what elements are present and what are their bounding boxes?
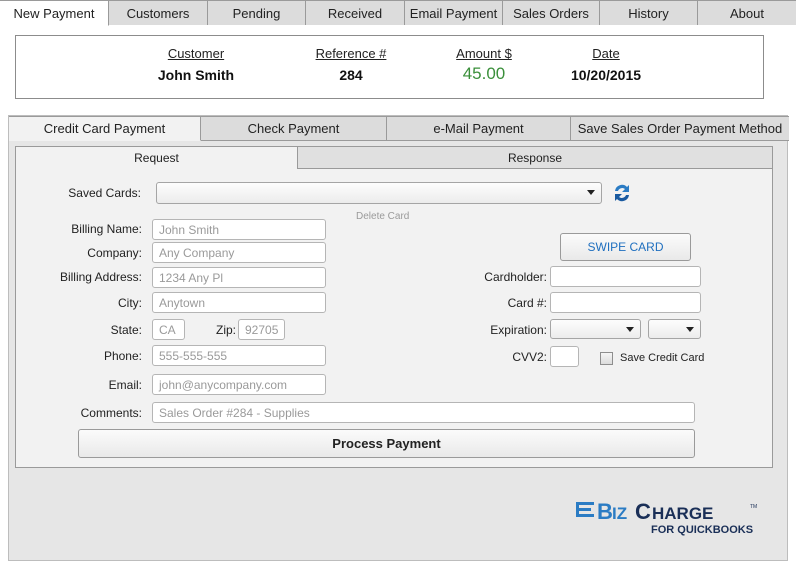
delete-card-link[interactable]: Delete Card bbox=[356, 211, 409, 222]
card-number-label: Card #: bbox=[507, 296, 547, 310]
comments-input[interactable]: Sales Order #284 - Supplies bbox=[152, 402, 695, 423]
payment-panel: Credit Card Payment Check Payment e-Mail… bbox=[8, 115, 789, 561]
tab-new-payment[interactable]: New Payment bbox=[0, 0, 109, 26]
tab-sales-orders[interactable]: Sales Orders bbox=[503, 0, 600, 25]
tab-save-sales-order-payment-method[interactable]: Save Sales Order Payment Method bbox=[571, 116, 789, 141]
svg-text:FOR QUICKBOOKS: FOR QUICKBOOKS bbox=[651, 524, 753, 536]
email-input[interactable]: john@anycompany.com bbox=[152, 374, 326, 395]
billing-name-label: Billing Name: bbox=[71, 222, 142, 236]
state-input[interactable]: CA bbox=[152, 319, 185, 340]
billing-address-label: Billing Address: bbox=[59, 270, 142, 284]
svg-text:HARGE: HARGE bbox=[652, 504, 713, 523]
svg-text:IZ: IZ bbox=[612, 504, 627, 523]
card-number-input[interactable] bbox=[550, 292, 701, 313]
payment-summary: Customer John Smith Reference # 284 Amou… bbox=[15, 35, 764, 99]
city-label: City: bbox=[118, 296, 142, 310]
email-label: Email: bbox=[108, 378, 142, 392]
ebizcharge-logo: B IZ C HARGE TM FOR QUICKBOOKS bbox=[575, 499, 765, 540]
chevron-down-icon bbox=[587, 190, 595, 195]
date-column: Date 10/20/2015 bbox=[556, 46, 656, 83]
expiration-month-select[interactable] bbox=[550, 319, 641, 339]
tab-response[interactable]: Response bbox=[298, 147, 772, 169]
save-credit-card-label: Save Credit Card bbox=[620, 352, 705, 364]
tab-pending[interactable]: Pending bbox=[208, 0, 306, 25]
expiration-year-select[interactable] bbox=[648, 319, 701, 339]
request-response-tabs: Request Response bbox=[16, 147, 772, 169]
tab-request[interactable]: Request bbox=[16, 147, 298, 169]
billing-address-input[interactable]: 1234 Any Pl bbox=[152, 267, 326, 288]
svg-text:C: C bbox=[635, 500, 651, 524]
tab-history[interactable]: History bbox=[600, 0, 698, 25]
phone-input[interactable]: 555-555-555 bbox=[152, 345, 326, 366]
cardholder-input[interactable] bbox=[550, 266, 701, 287]
cardholder-label: Cardholder: bbox=[484, 270, 547, 284]
save-credit-card-checkbox[interactable] bbox=[600, 352, 613, 365]
saved-cards-label: Saved Cards: bbox=[68, 186, 141, 200]
billing-name-input[interactable]: John Smith bbox=[152, 219, 326, 240]
amount-column: Amount $ 45.00 bbox=[434, 46, 534, 84]
tab-customers[interactable]: Customers bbox=[109, 0, 208, 25]
date-value: 10/20/2015 bbox=[570, 67, 642, 83]
tab-received[interactable]: Received bbox=[306, 0, 405, 25]
top-nav-tabs: New Payment Customers Pending Received E… bbox=[0, 0, 796, 26]
svg-text:B: B bbox=[597, 500, 613, 524]
company-label: Company: bbox=[87, 246, 142, 260]
tab-check-payment[interactable]: Check Payment bbox=[201, 116, 387, 141]
expiration-label: Expiration: bbox=[490, 323, 547, 337]
saved-cards-select[interactable] bbox=[156, 182, 602, 204]
tab-email-payment[interactable]: Email Payment bbox=[405, 0, 503, 25]
reference-header: Reference # bbox=[315, 46, 387, 61]
reference-column: Reference # 284 bbox=[301, 46, 401, 83]
city-input[interactable]: Anytown bbox=[152, 292, 326, 313]
amount-header: Amount $ bbox=[456, 46, 512, 61]
date-header: Date bbox=[592, 46, 620, 61]
chevron-down-icon bbox=[626, 327, 634, 332]
process-payment-button[interactable]: Process Payment bbox=[78, 429, 695, 458]
customer-header: Customer bbox=[167, 46, 225, 61]
cvv2-input[interactable] bbox=[550, 346, 579, 367]
chevron-down-icon bbox=[686, 327, 694, 332]
customer-column: Customer John Smith bbox=[146, 46, 246, 83]
comments-label: Comments: bbox=[80, 406, 142, 420]
phone-label: Phone: bbox=[103, 349, 142, 363]
zip-label: Zip: bbox=[215, 323, 236, 337]
svg-text:TM: TM bbox=[750, 504, 757, 510]
state-label: State: bbox=[110, 323, 142, 337]
amount-value: 45.00 bbox=[462, 64, 506, 83]
cvv2-label: CVV2: bbox=[512, 350, 547, 364]
company-input[interactable]: Any Company bbox=[152, 242, 326, 263]
ebizcharge-logo-mark: B IZ C HARGE TM FOR QUICKBOOKS bbox=[576, 499, 757, 536]
swipe-card-button[interactable]: SWIPE CARD bbox=[560, 233, 691, 261]
tab-about[interactable]: About bbox=[698, 0, 796, 25]
tab-email-payment-method[interactable]: e-Mail Payment bbox=[387, 116, 571, 141]
reference-value: 284 bbox=[339, 67, 363, 83]
tab-credit-card-payment[interactable]: Credit Card Payment bbox=[9, 116, 201, 141]
credit-card-form: Request Response Saved Cards: Delete Car… bbox=[15, 146, 773, 468]
refresh-icon[interactable] bbox=[610, 181, 634, 205]
zip-input[interactable]: 92705 bbox=[238, 319, 285, 340]
payment-method-tabs: Credit Card Payment Check Payment e-Mail… bbox=[9, 116, 789, 141]
customer-value: John Smith bbox=[157, 67, 235, 83]
